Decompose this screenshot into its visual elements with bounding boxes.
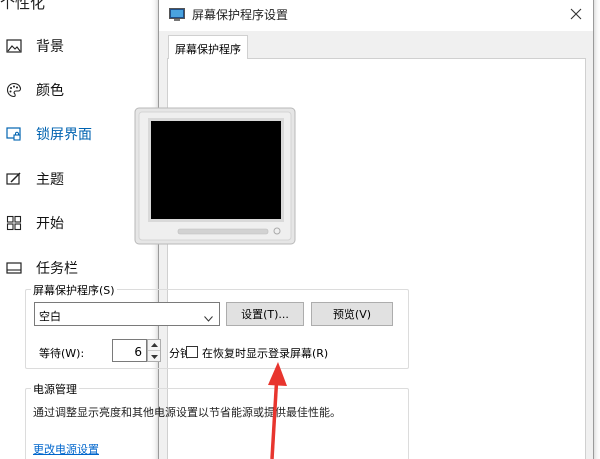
screensaver-group: 屏幕保护程序(S) 空白 设置(T)... 预览(V) 等待(W): 6 分钟 … xyxy=(25,282,409,369)
increment-button[interactable] xyxy=(148,340,160,351)
sidebar-item-themes[interactable]: 主题 xyxy=(0,163,155,195)
sidebar-item-background[interactable]: 背景 xyxy=(0,30,155,62)
sidebar-item-label: 主题 xyxy=(36,172,64,188)
close-button[interactable] xyxy=(563,3,589,25)
wait-minutes-value: 6 xyxy=(134,345,142,359)
caret-up-icon xyxy=(150,343,158,347)
sidebar-item-label: 开始 xyxy=(36,216,64,232)
sidebar-item-taskbar[interactable]: 任务栏 xyxy=(0,252,155,284)
palette-icon xyxy=(6,82,22,98)
preview-button[interactable]: 预览(V) xyxy=(311,302,393,326)
wait-minutes-input[interactable]: 6 xyxy=(112,339,147,362)
tab-screensaver[interactable]: 屏幕保护程序 xyxy=(168,35,248,59)
sidebar-item-lock-screen[interactable]: 锁屏界面 xyxy=(0,118,155,150)
tab-label: 屏幕保护程序 xyxy=(175,43,241,56)
start-icon xyxy=(6,215,22,231)
theme-icon xyxy=(6,171,22,187)
wait-label: 等待(W): xyxy=(39,347,85,360)
power-description: 通过调整显示亮度和其他电源设置以节省能源或提供最佳性能。 xyxy=(33,406,341,419)
sidebar-item-colors[interactable]: 颜色 xyxy=(0,74,155,106)
close-icon xyxy=(570,8,582,20)
caret-down-icon xyxy=(150,354,158,359)
screensaver-group-label: 屏幕保护程序(S) xyxy=(31,282,117,298)
page-title: 个性化 xyxy=(0,0,46,12)
sidebar-item-label: 任务栏 xyxy=(36,261,78,277)
chevron-down-icon xyxy=(204,311,213,325)
screensaver-app-icon xyxy=(169,8,185,22)
sidebar-item-label: 颜色 xyxy=(36,83,64,99)
sidebar-item-label: 锁屏界面 xyxy=(36,127,92,143)
lock-screen-icon xyxy=(6,126,22,142)
screensaver-settings-button[interactable]: 设置(T)... xyxy=(226,302,304,326)
taskbar-icon xyxy=(6,260,22,276)
sidebar-item-start[interactable]: 开始 xyxy=(0,207,155,239)
power-management-group: 电源管理 通过调整显示亮度和其他电源设置以节省能源或提供最佳性能。 更改电源设置 xyxy=(25,381,409,459)
dialog-title: 屏幕保护程序设置 xyxy=(192,8,289,22)
change-power-settings-link[interactable]: 更改电源设置 xyxy=(33,441,99,457)
image-icon xyxy=(6,38,22,54)
decrement-button[interactable] xyxy=(148,351,160,362)
sidebar-item-label: 背景 xyxy=(36,39,64,55)
monitor-preview xyxy=(134,107,296,245)
resume-login-label[interactable]: 在恢复时显示登录屏幕(R) xyxy=(202,345,328,361)
wait-minutes-stepper xyxy=(147,339,161,362)
screensaver-dropdown-value: 空白 xyxy=(39,310,61,323)
power-group-label: 电源管理 xyxy=(31,381,79,397)
screensaver-dropdown[interactable]: 空白 xyxy=(34,302,220,326)
dialog-titlebar: 屏幕保护程序设置 xyxy=(159,0,593,31)
resume-login-checkbox[interactable] xyxy=(186,346,198,358)
